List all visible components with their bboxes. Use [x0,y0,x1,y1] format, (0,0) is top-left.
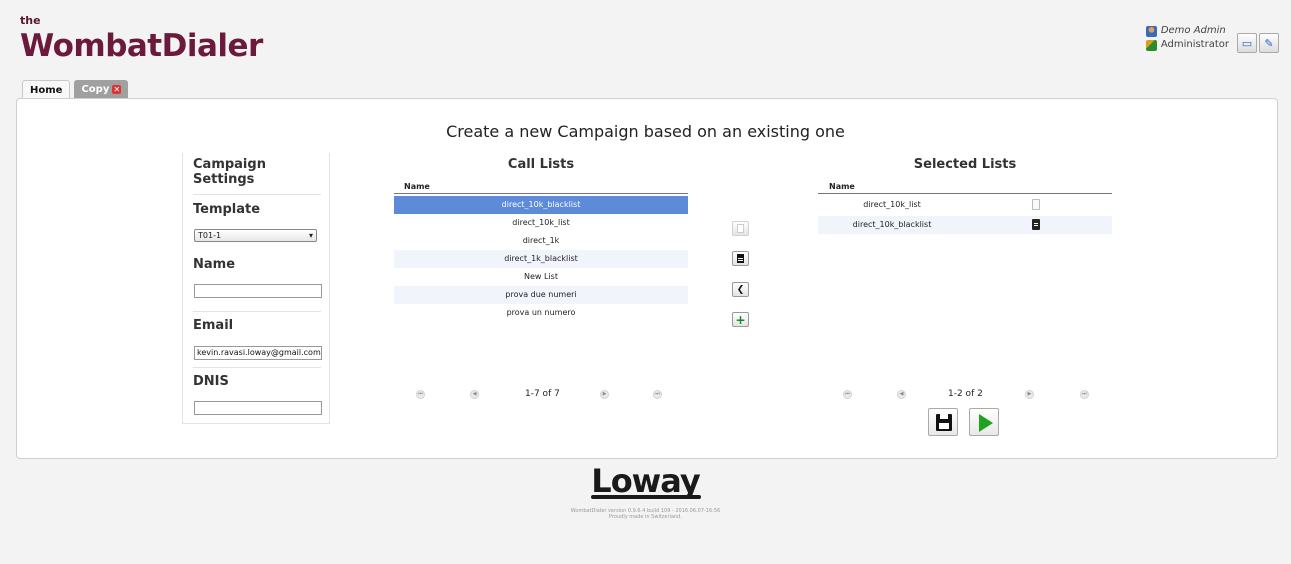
selected-lists-title: Selected Lists [913,157,1017,172]
list-item[interactable]: direct_10k_blacklist [818,216,1112,234]
made-in-text: Proudly made in Switzerland. [609,514,682,520]
dnis-label: DNIS [193,374,229,389]
list-item[interactable]: prova un numero [394,304,688,322]
document-icon[interactable] [1032,219,1040,230]
document-icon[interactable] [1032,199,1040,210]
user-icon [1145,25,1157,37]
header-actions: ▭ ✎ [1237,33,1279,53]
campaign-settings: Campaign Settings Template T01-1 ▾ Name … [182,153,330,424]
list-item[interactable]: direct_1k_blacklist [394,250,688,268]
footer-logo: Loway [0,462,1291,500]
divider [193,194,321,195]
list-item[interactable]: direct_10k_list [818,196,1112,214]
window-button[interactable]: ▭ [1237,33,1257,53]
settings-button[interactable]: ✎ [1259,33,1279,53]
edit-list-button[interactable] [732,251,749,266]
chevron-left-icon: ❮ [736,284,745,295]
divider [193,367,321,368]
user-role: Administrator [1160,39,1229,50]
user-info: Demo Admin Administrator [1145,24,1229,52]
document-icon [737,224,744,233]
page-title: Create a new Campaign based on an existi… [446,122,845,141]
list-item-name: direct_10k_blacklist [852,220,932,229]
next-page-icon[interactable]: ▶ [600,390,609,399]
call-lists-column-name[interactable]: Name [404,182,430,191]
tab-copy[interactable]: Copy ✕ [74,80,129,99]
first-page-icon[interactable]: ⏮ [843,390,852,399]
chevron-down-icon: ▾ [308,231,313,240]
document-icon [737,254,744,263]
header-rule [818,193,1112,194]
close-icon[interactable]: ✕ [112,85,122,94]
dnis-field[interactable] [194,401,322,415]
list-item[interactable]: New List [394,268,688,286]
role-icon [1145,39,1157,51]
tab-bar: Home Copy ✕ [22,80,129,99]
divider [193,311,321,312]
first-page-icon[interactable]: ⏮ [416,390,425,399]
list-item[interactable]: direct_10k_blacklist [394,196,688,214]
header-rule [394,193,688,194]
pager-text: 1-2 of 2 [948,389,983,399]
tab-copy-label: Copy [81,84,110,95]
save-button[interactable] [928,408,958,436]
prev-page-icon[interactable]: ◀ [470,390,479,399]
user-name: Demo Admin [1160,25,1226,36]
prev-page-icon[interactable]: ◀ [897,390,906,399]
list-item-name: direct_10k_list [863,200,921,209]
email-label: Email [193,318,234,333]
selected-lists-column-name[interactable]: Name [829,182,855,191]
pager-text: 1-7 of 7 [525,389,560,399]
view-list-button[interactable] [732,221,749,236]
floppy-icon [936,414,952,431]
play-icon [979,414,993,432]
add-list-button[interactable]: + [732,312,749,327]
move-left-button[interactable]: ❮ [732,282,749,297]
logo-text: WombatDialer [20,28,263,64]
list-item[interactable]: direct_1k [394,232,688,250]
run-button[interactable] [969,408,999,436]
template-select[interactable]: T01-1 ▾ [194,229,317,242]
logo-prefix: the [20,14,41,27]
settings-title: Campaign Settings [193,157,266,187]
call-lists-title: Call Lists [507,157,575,172]
next-page-icon[interactable]: ▶ [1025,390,1034,399]
name-label: Name [193,257,236,272]
list-item[interactable]: prova due numeri [394,286,688,304]
plus-icon: + [735,312,746,327]
last-page-icon[interactable]: ⏭ [1080,390,1089,399]
window-icon: ▭ [1241,36,1253,50]
name-field[interactable] [194,284,322,298]
tab-home[interactable]: Home [22,80,71,99]
email-field[interactable]: kevin.ravasi.loway@gmail.com [194,346,322,360]
last-page-icon[interactable]: ⏭ [653,390,662,399]
list-item[interactable]: direct_10k_list [394,214,688,232]
template-label: Template [193,202,261,217]
template-value: T01-1 [198,231,222,240]
pencil-icon: ✎ [1264,36,1274,50]
footer-logo-text: Loway [591,462,700,500]
